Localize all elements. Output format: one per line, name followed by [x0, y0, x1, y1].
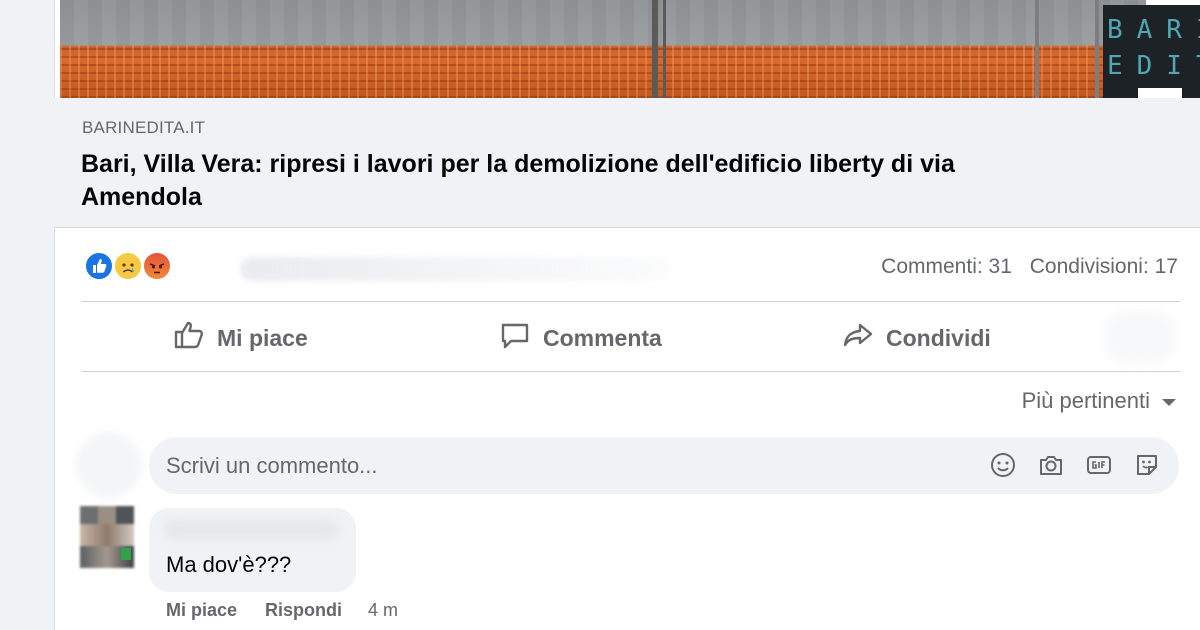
- fence-post: [1095, 0, 1099, 98]
- reactors-names-blurred[interactable]: [240, 257, 670, 281]
- engagement-counts: Commenti: 31 Condivisioni: 17: [881, 255, 1178, 279]
- fence-pole: [663, 0, 666, 98]
- angry-reaction-icon: [142, 251, 172, 281]
- caret-down-icon: [1160, 388, 1178, 414]
- sort-label: Più pertinenti: [1021, 388, 1150, 413]
- barinedita-watermark-logo: BARIN EDITA: [1103, 5, 1200, 101]
- comment-button[interactable]: Commenta: [499, 318, 662, 358]
- share-button[interactable]: Condividi: [842, 318, 991, 358]
- emoji-icon[interactable]: [989, 451, 1017, 479]
- comment-bubble: Ma dov'è???: [149, 508, 356, 592]
- comments-count[interactable]: Commenti: 31: [881, 255, 1012, 278]
- online-status-dot: [121, 548, 131, 560]
- building-wall: [60, 0, 1146, 46]
- comment-text: Ma dov'è???: [166, 552, 292, 577]
- comment-actions: Mi piace Rispondi 4 m: [166, 600, 398, 621]
- share-arrow-icon: [842, 320, 874, 356]
- comment-composer[interactable]: Scrivi un commento...: [149, 437, 1179, 494]
- blurred-overlay: [1105, 312, 1175, 362]
- comment-sort-dropdown[interactable]: Più pertinenti: [1022, 388, 1178, 414]
- comment-timestamp[interactable]: 4 m: [368, 600, 398, 621]
- composer-icons: [989, 451, 1161, 479]
- current-user-avatar[interactable]: [76, 432, 142, 498]
- article-image[interactable]: [60, 0, 1146, 98]
- fence-post: [1035, 0, 1039, 98]
- fence-pole: [652, 0, 658, 98]
- shares-count[interactable]: Condivisioni: 17: [1030, 255, 1178, 278]
- link-preview[interactable]: BARINEDITA.IT Bari, Villa Vera: ripresi …: [54, 98, 1200, 228]
- link-domain: BARINEDITA.IT: [82, 118, 206, 137]
- camera-icon[interactable]: [1037, 451, 1065, 479]
- gif-icon[interactable]: [1085, 451, 1113, 479]
- link-headline[interactable]: Bari, Villa Vera: ripresi i lavori per l…: [81, 148, 1071, 214]
- like-reaction-icon: [84, 251, 114, 281]
- construction-net: [60, 45, 1146, 98]
- divider: [82, 371, 1180, 372]
- divider: [82, 301, 1180, 302]
- sad-reaction-icon: [113, 251, 143, 281]
- thumbs-up-icon: [173, 320, 205, 356]
- sticker-icon[interactable]: [1133, 451, 1161, 479]
- speech-bubble-icon: [499, 320, 531, 356]
- comment-input-placeholder[interactable]: Scrivi un commento...: [166, 453, 378, 479]
- commenter-name-blurred[interactable]: [163, 520, 339, 540]
- comment-reply-link[interactable]: Rispondi: [265, 600, 342, 621]
- left-gutter: [0, 0, 54, 630]
- comment-like-link[interactable]: Mi piace: [166, 600, 237, 621]
- like-button[interactable]: Mi piace: [173, 318, 308, 358]
